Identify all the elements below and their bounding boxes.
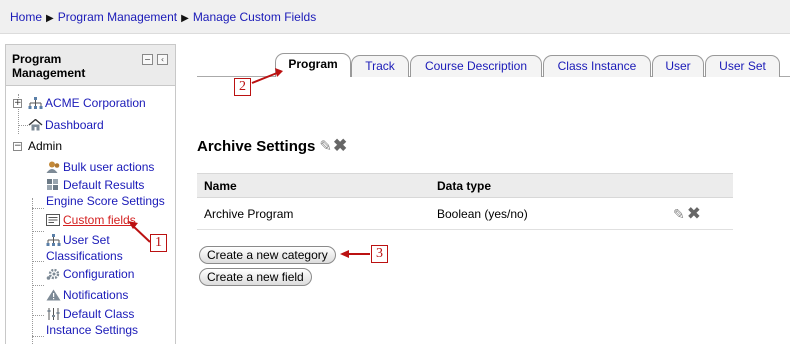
callout-arrow-3 — [340, 250, 370, 258]
